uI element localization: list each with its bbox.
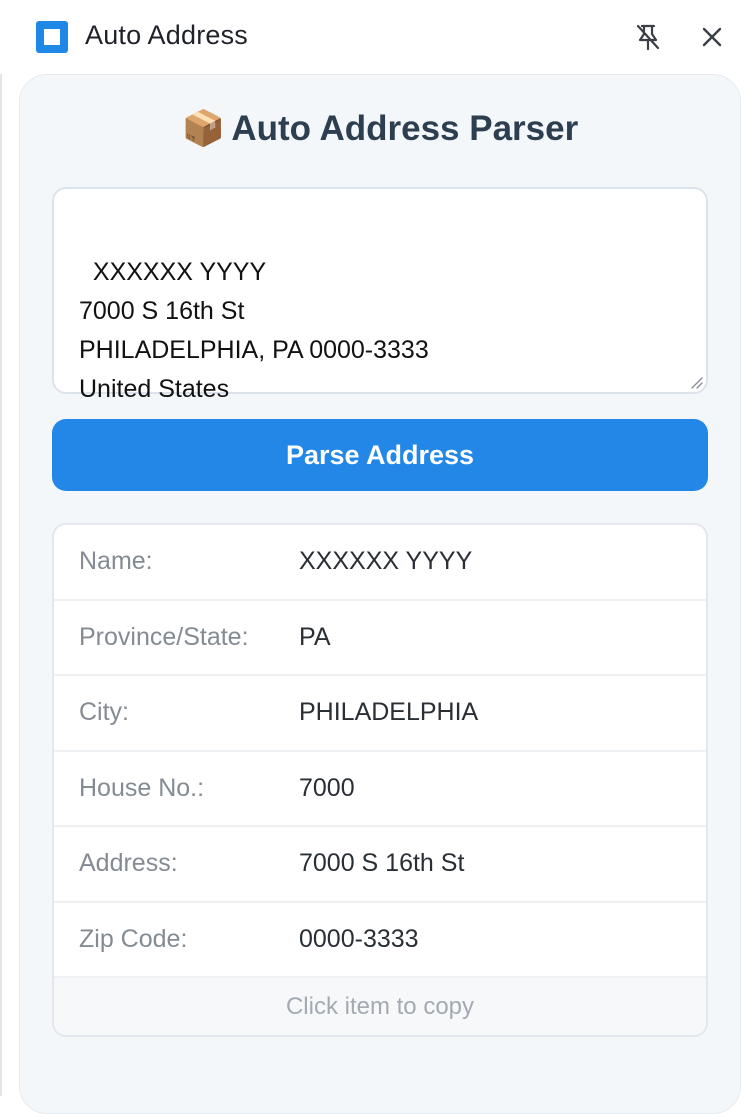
- window-edge: [0, 0, 2, 1096]
- result-label: House No.:: [79, 773, 205, 802]
- unpin-button[interactable]: [631, 20, 665, 54]
- result-row-city[interactable]: City: PHILADELPHIA: [54, 676, 706, 752]
- result-label: Address:: [79, 849, 178, 878]
- app-icon: [36, 21, 68, 53]
- result-row-name[interactable]: Name: XXXXXX YYYY: [54, 525, 706, 601]
- unpin-icon: [636, 24, 660, 51]
- window-title: Auto Address: [85, 20, 249, 50]
- result-label: City:: [79, 698, 129, 727]
- address-input-value: XXXXXX YYYY 7000 S 16th St PHILADELPHIA,…: [79, 258, 429, 403]
- parse-address-button[interactable]: Parse Address: [52, 419, 708, 491]
- result-value: 7000 S 16th St: [299, 849, 465, 878]
- page-title: 📦 Auto Address Parser: [0, 108, 750, 149]
- title-bar: Auto Address: [0, 0, 750, 74]
- result-row-state[interactable]: Province/State: PA: [54, 601, 706, 676]
- result-row-house-no[interactable]: House No.: 7000: [54, 752, 706, 827]
- result-value: 7000: [299, 773, 355, 802]
- address-input[interactable]: XXXXXX YYYY 7000 S 16th St PHILADELPHIA,…: [52, 187, 708, 403]
- result-row-zip-code[interactable]: Zip Code: 0000-3333: [54, 903, 706, 978]
- result-value: 0000-3333: [299, 924, 419, 953]
- copy-hint: Click item to copy: [54, 978, 706, 1035]
- package-icon: 📦: [181, 109, 226, 148]
- result-value: PA: [299, 622, 331, 651]
- resize-grip-icon[interactable]: [689, 375, 703, 389]
- result-label: Name:: [79, 547, 153, 576]
- result-label: Zip Code:: [79, 924, 188, 953]
- result-value: XXXXXX YYYY: [299, 547, 473, 576]
- result-value: PHILADELPHIA: [299, 698, 479, 727]
- result-label: Province/State:: [79, 622, 249, 651]
- results-table: Name: XXXXXX YYYY Province/State: PA Cit…: [52, 523, 708, 1037]
- page-title-text: Auto Address Parser: [231, 109, 579, 148]
- close-button[interactable]: [695, 20, 729, 54]
- result-row-address[interactable]: Address: 7000 S 16th St: [54, 827, 706, 903]
- close-icon: [702, 27, 722, 47]
